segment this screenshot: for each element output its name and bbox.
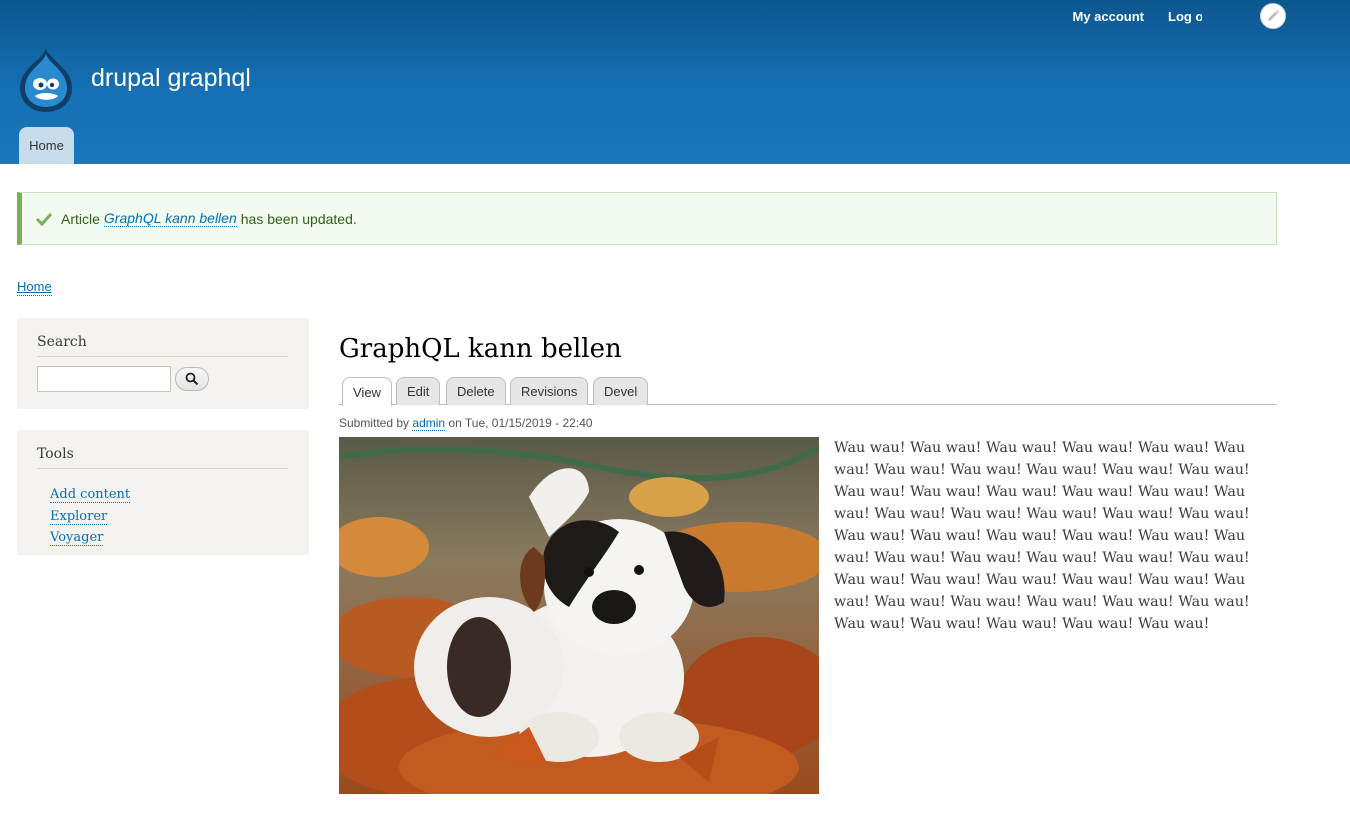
- tab-view[interactable]: View: [342, 377, 392, 406]
- local-tasks-tabs: View Edit Delete Revisions Devel: [339, 377, 1277, 406]
- edit-pencil-button[interactable]: [1260, 3, 1286, 29]
- breadcrumb-home[interactable]: Home: [17, 279, 52, 296]
- my-account-link[interactable]: My account: [1072, 9, 1144, 25]
- tools-block-title: Tools: [37, 445, 288, 469]
- list-item: Explorer: [50, 505, 289, 527]
- search-button[interactable]: [175, 367, 209, 391]
- submitted-info: Submitted by admin on Tue, 01/15/2019 - …: [339, 415, 593, 431]
- tools-link-add-content[interactable]: Add content: [50, 487, 131, 503]
- list-item: Add content: [50, 483, 289, 505]
- author-link[interactable]: admin: [412, 416, 446, 431]
- article-image: [339, 437, 819, 794]
- page-title: GraphQL kann bellen: [339, 334, 622, 364]
- search-icon: [185, 372, 199, 386]
- tab-revisions[interactable]: Revisions: [510, 377, 589, 405]
- puppy-photo: [339, 437, 819, 794]
- site-name[interactable]: drupal graphql: [91, 62, 251, 94]
- tools-block: Tools Add content Explorer Voyager: [17, 430, 309, 555]
- search-block-title: Search: [37, 333, 288, 357]
- submitted-date: on Tue, 01/15/2019 - 22:40: [448, 416, 593, 430]
- drupal-logo-icon[interactable]: [16, 46, 76, 114]
- message-suffix: has been updated.: [240, 210, 357, 227]
- primary-tab-home[interactable]: Home: [19, 127, 74, 164]
- status-message: Article GraphQL kann bellen has been upd…: [17, 192, 1277, 245]
- message-article-link[interactable]: GraphQL kann bellen: [103, 210, 237, 227]
- tools-link-explorer[interactable]: Explorer: [50, 508, 108, 525]
- message-prefix: Article: [61, 210, 100, 227]
- secondary-menu: My account Log out: [1072, 9, 1202, 25]
- tools-link-voyager[interactable]: Voyager: [50, 530, 104, 546]
- search-form: [37, 366, 289, 392]
- submitted-prefix: Submitted by: [339, 416, 410, 430]
- tools-menu: Add content Explorer Voyager: [37, 483, 289, 548]
- log-out-link[interactable]: Log out: [1168, 9, 1202, 25]
- pencil-icon: [1268, 10, 1279, 21]
- search-block: Search: [17, 318, 309, 409]
- site-header: My account Log out drupal graphql Home: [0, 0, 1350, 164]
- tab-delete[interactable]: Delete: [446, 377, 506, 405]
- search-input[interactable]: [37, 366, 171, 392]
- tab-edit[interactable]: Edit: [396, 377, 441, 405]
- article-body: Wau wau! Wau wau! Wau wau! Wau wau! Wau …: [834, 440, 1250, 632]
- list-item: Voyager: [50, 526, 289, 548]
- tab-devel[interactable]: Devel: [593, 377, 649, 405]
- checkmark-icon: [36, 212, 52, 226]
